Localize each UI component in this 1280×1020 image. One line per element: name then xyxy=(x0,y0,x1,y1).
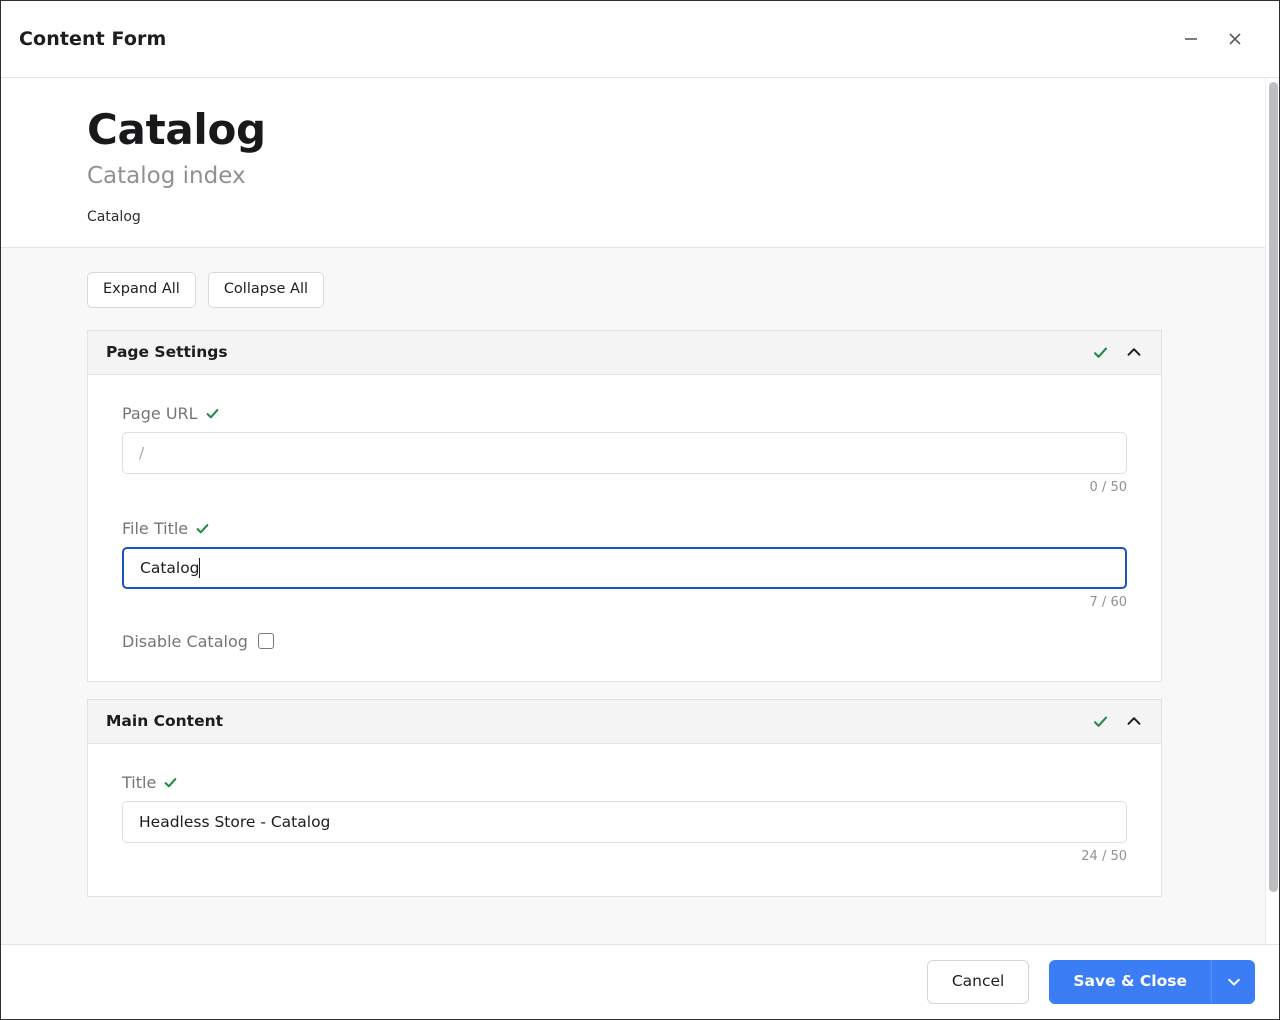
form-body: Expand All Collapse All Page Settings Pa… xyxy=(1,247,1265,944)
character-counter: 0 / 50 xyxy=(1089,479,1127,495)
section-title: Main Content xyxy=(106,712,224,731)
section-header[interactable]: Main Content xyxy=(87,698,1162,744)
field-label: Page URL xyxy=(122,403,198,423)
expand-all-button[interactable]: Expand All xyxy=(87,271,196,308)
content-form-dialog: Content Form Catalog Catalog index Catal… xyxy=(0,0,1280,1020)
title-input[interactable] xyxy=(122,800,1127,843)
chevron-up-icon[interactable] xyxy=(1125,712,1143,730)
page-title: Catalog xyxy=(87,105,266,154)
field-label: Title xyxy=(122,772,157,792)
section-header[interactable]: Page Settings xyxy=(87,329,1162,375)
field-file-title: File Title 7 / 60 xyxy=(122,519,1127,610)
field-page-url: Page URL 0 / 50 xyxy=(122,404,1127,495)
form-scroll-area: Catalog Catalog index Catalog Expand All… xyxy=(1,78,1279,944)
dialog-title: Content Form xyxy=(19,28,167,50)
file-title-input[interactable] xyxy=(122,546,1127,589)
form-toolbar: Expand All Collapse All xyxy=(1,271,1265,330)
section-page-settings: Page Settings Page URL / 0 / 50 File Tit… xyxy=(87,329,1162,682)
check-icon xyxy=(1092,344,1109,361)
dialog-footer: Cancel Save & Close xyxy=(1,944,1279,1019)
field-title: Title 24 / 50 xyxy=(122,773,1127,864)
chevron-up-icon[interactable] xyxy=(1125,343,1143,361)
checkbox-label: Disable Catalog xyxy=(122,631,248,651)
section-title: Page Settings xyxy=(106,343,228,362)
vertical-scrollbar[interactable] xyxy=(1265,78,1279,944)
section-header-icons xyxy=(1092,712,1143,730)
field-label: File Title xyxy=(122,518,189,538)
save-and-close-button[interactable]: Save & Close xyxy=(1049,960,1211,1004)
close-button[interactable] xyxy=(1213,17,1257,61)
section-header-icons xyxy=(1092,343,1143,361)
breadcrumb: Catalog xyxy=(87,208,141,225)
close-icon xyxy=(1226,30,1244,48)
character-counter: 7 / 60 xyxy=(1089,594,1127,610)
section-body: Page URL 0 / 50 File Title xyxy=(87,374,1162,682)
form-scroll-content: Catalog Catalog index Catalog Expand All… xyxy=(1,78,1265,944)
field-label-row: Title xyxy=(122,773,1127,792)
save-split-button: Save & Close xyxy=(1049,960,1255,1004)
disable-catalog-checkbox[interactable] xyxy=(257,633,274,650)
text-cursor xyxy=(199,557,200,578)
collapse-all-button[interactable]: Collapse All xyxy=(207,271,325,308)
check-icon xyxy=(205,406,220,421)
page-subtitle: Catalog index xyxy=(87,163,246,190)
dialog-titlebar: Content Form xyxy=(1,1,1279,78)
check-icon xyxy=(163,775,178,790)
page-url-input[interactable] xyxy=(122,431,1127,474)
field-label-row: File Title xyxy=(122,519,1127,538)
character-counter: 24 / 50 xyxy=(1081,848,1127,864)
file-title-input-wrap xyxy=(122,546,1127,589)
chevron-down-icon xyxy=(1226,974,1242,990)
check-icon xyxy=(1092,713,1109,730)
page-header: Catalog Catalog index Catalog xyxy=(1,78,1265,248)
check-icon xyxy=(195,521,210,536)
field-disable-catalog: Disable Catalog xyxy=(122,632,1127,651)
minimize-icon xyxy=(1182,30,1200,48)
cancel-button[interactable]: Cancel xyxy=(926,960,1030,1004)
field-label-row: Page URL xyxy=(122,404,1127,423)
save-dropdown-button[interactable] xyxy=(1211,960,1255,1004)
scrollbar-thumb[interactable] xyxy=(1269,82,1278,892)
section-body: Title 24 / 50 xyxy=(87,743,1162,897)
section-main-content: Main Content Title Headless Store - Cata… xyxy=(87,698,1162,897)
minimize-button[interactable] xyxy=(1169,17,1213,61)
